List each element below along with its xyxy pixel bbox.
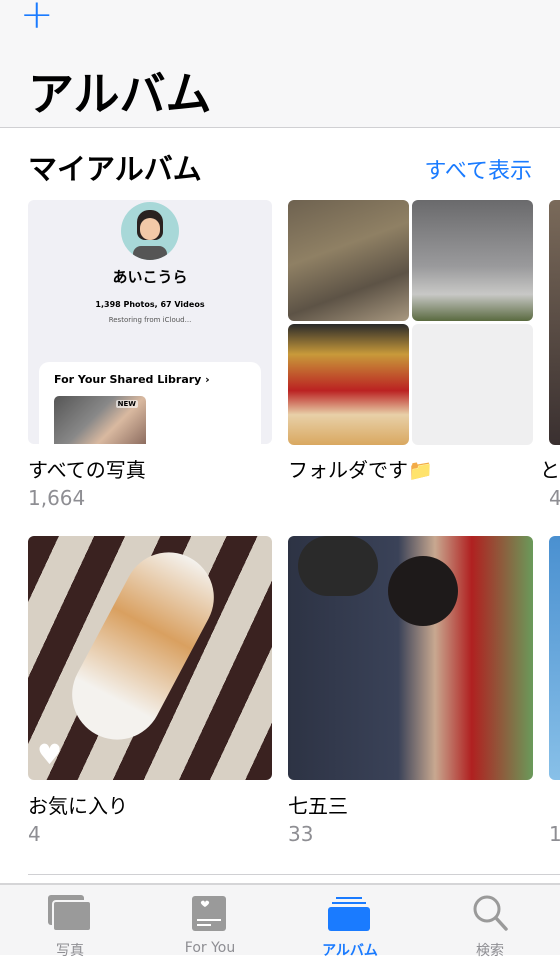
shared-library-card: For Your Shared Library › NEW [39, 362, 261, 444]
tab-bar: 写真 For You アルバム 検索 [0, 883, 560, 959]
tab-albums[interactable]: アルバム [280, 885, 420, 959]
shared-photo-thumb: NEW [54, 396, 146, 444]
photos-icon [48, 895, 92, 932]
album-count: 33 [288, 822, 314, 846]
tab-for-you[interactable]: For You [140, 885, 280, 957]
photo-stats: 1,398 Photos, 67 Videos [95, 300, 205, 309]
section-title: マイアルバム [28, 152, 202, 186]
tab-label: 写真 [56, 943, 84, 959]
header: + アルバム [0, 0, 560, 128]
album-name: 七五三 [288, 794, 348, 818]
album-name: と [540, 458, 560, 482]
tab-label: アルバム [322, 943, 378, 959]
restore-status: Restoring from iCloud... [108, 316, 192, 324]
folder-thumb [412, 200, 533, 321]
cat-photo [56, 536, 230, 756]
album-tile-all-photos[interactable]: あいこうら 1,398 Photos, 67 Videos Restoring … [28, 200, 272, 444]
heart-icon: ♥ [37, 738, 63, 771]
folder-thumb-empty [412, 324, 533, 445]
tab-label: For You [184, 940, 236, 956]
album-tile-partial[interactable] [549, 536, 560, 780]
album-name: フォルダです📁 [288, 458, 433, 482]
profile-name: あいこうら [112, 268, 188, 286]
tab-photos[interactable]: 写真 [0, 885, 140, 959]
folder-thumb [288, 324, 409, 445]
tab-label: 検索 [476, 943, 504, 959]
search-icon [473, 895, 508, 931]
album-name: すべての写真 [28, 458, 146, 482]
shared-library-title: For Your Shared Library › [54, 373, 210, 386]
album-name: お気に入り [28, 794, 128, 818]
tab-search[interactable]: 検索 [420, 885, 560, 959]
page-title: アルバム [28, 67, 212, 121]
album-tile-shichigosan[interactable] [288, 536, 533, 780]
for-you-icon [192, 896, 226, 931]
avatar [121, 202, 179, 260]
see-all-link[interactable]: すべて表示 [424, 153, 532, 185]
album-tile-favorites[interactable]: ♥ [28, 536, 272, 780]
albums-icon [328, 897, 370, 931]
folder-thumb [288, 200, 409, 321]
photo-detail [298, 536, 378, 596]
new-badge: NEW [115, 400, 138, 408]
album-count: 4 [549, 486, 560, 510]
divider [28, 874, 560, 875]
album-tile-partial[interactable] [549, 200, 560, 445]
album-tile-folder[interactable] [288, 200, 533, 445]
add-album-button[interactable]: + [20, 0, 54, 38]
photo-detail [388, 556, 458, 626]
album-count: 1 [549, 822, 560, 846]
album-count: 4 [28, 822, 41, 846]
album-count: 1,664 [28, 486, 86, 510]
